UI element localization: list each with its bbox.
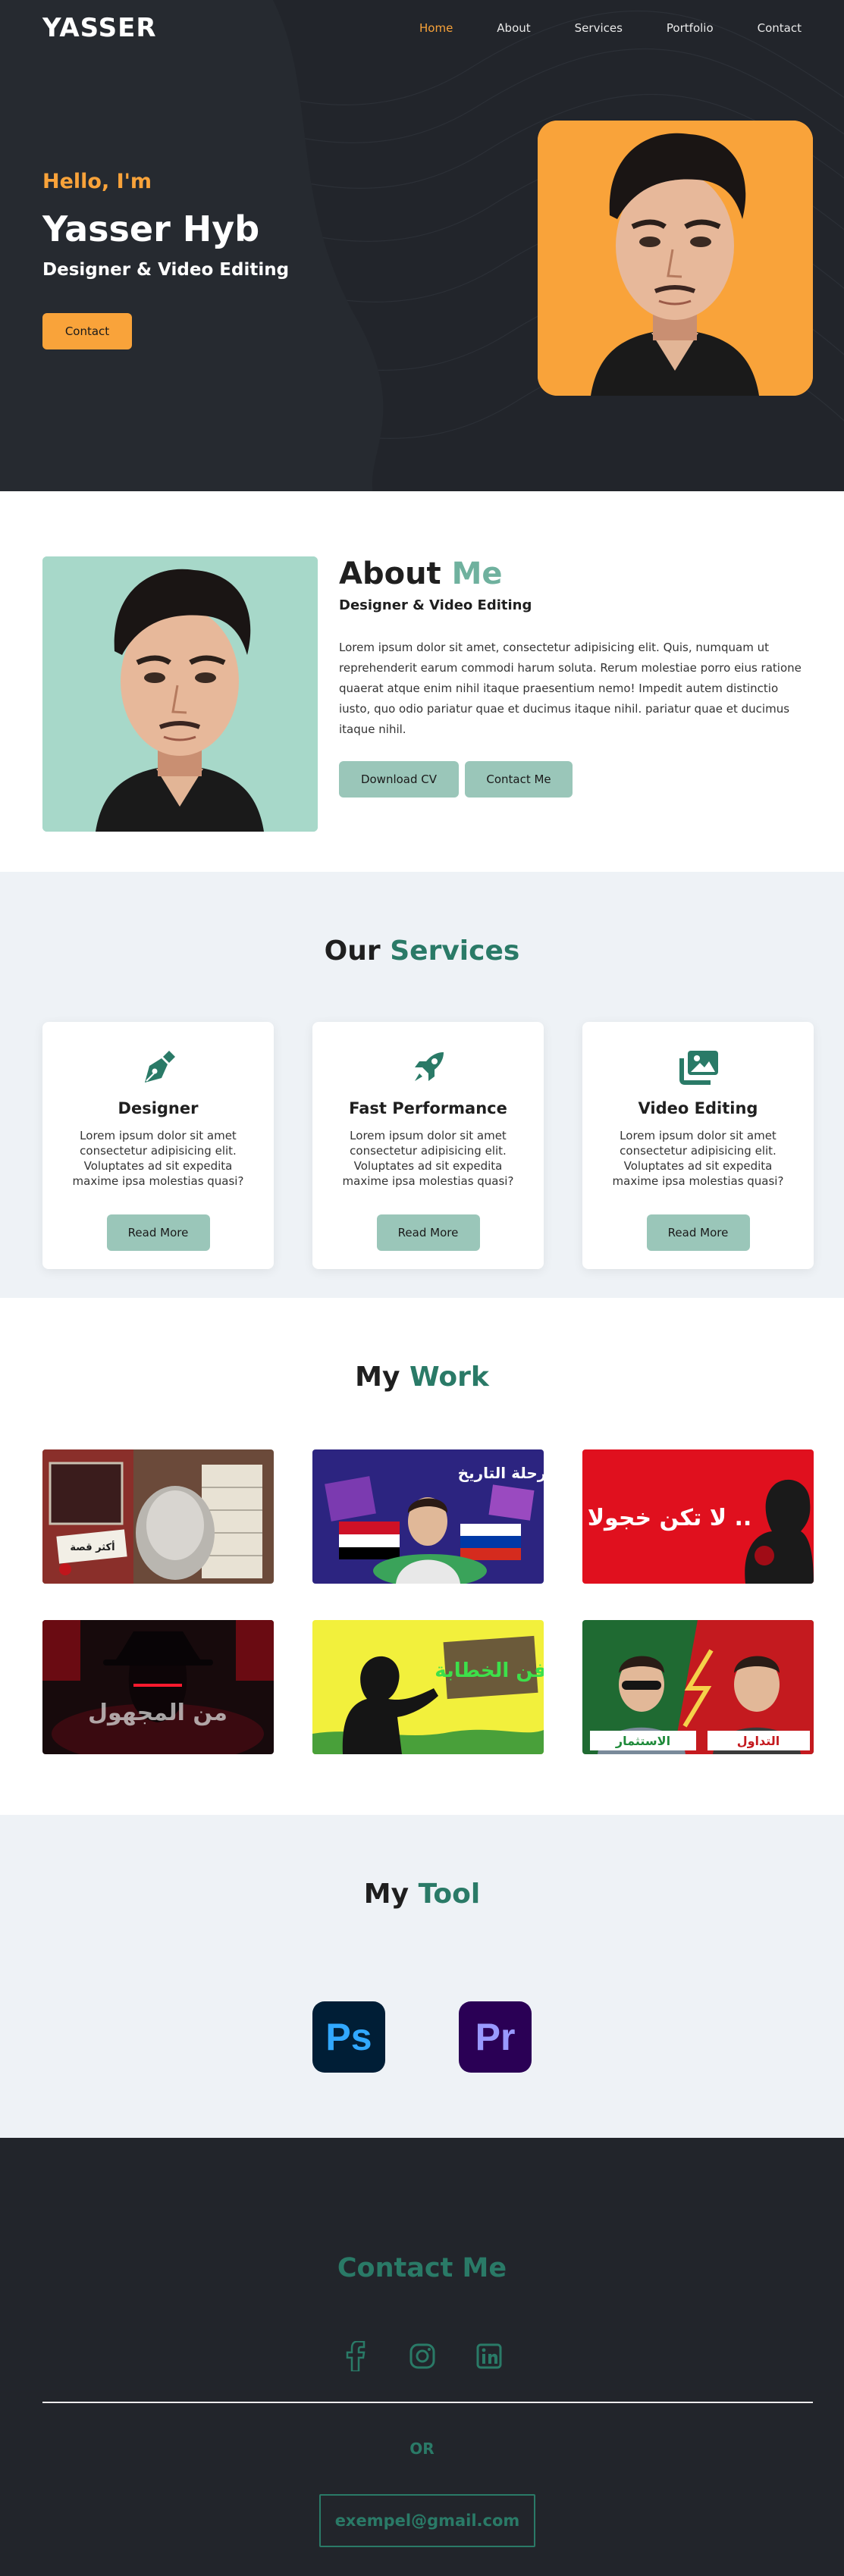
linkedin-icon[interactable] [474,2341,504,2371]
service-card-title: Designer [118,1099,199,1117]
portfolio-item[interactable]: من المجهول [42,1620,274,1754]
nav-menu: Home About Services Portfolio Contact [375,21,802,35]
service-card-text: Lorem ipsum dolor sit amet consectetur a… [72,1129,244,1188]
service-card-title: Fast Performance [349,1099,507,1117]
portfolio-item[interactable]: أكثر قصة [42,1449,274,1584]
about-portrait-image [42,556,318,832]
about-title-main: About [339,556,441,591]
premiere-icon: Pr [459,2001,532,2073]
read-more-button[interactable]: Read More [376,1214,480,1251]
service-card-fast-performance: Fast Performance Lorem ipsum dolor sit a… [312,1022,544,1269]
nav-link-contact[interactable]: Contact [758,21,802,35]
tools-title-main: My [363,1879,409,1910]
portfolio-caption: لا تكن خجولا .. [588,1505,752,1531]
nav-link-home[interactable]: Home [419,21,453,35]
portfolio-caption: رحلة التاريخ [458,1464,544,1482]
email-button[interactable]: exempel@gmail.com [319,2494,535,2547]
contact-me-button[interactable]: Contact Me [465,761,573,798]
portfolio-item[interactable]: رحلة التاريخ [312,1449,544,1584]
or-separator: OR [409,2440,435,2458]
read-more-button[interactable]: Read More [646,1214,750,1251]
service-card-text: Lorem ipsum dolor sit amet consectetur a… [342,1129,514,1188]
hero-name: Yasser Hyb [42,208,260,249]
hero-role: Designer & Video Editing [42,260,290,280]
about-content: About Me Designer & Video Editing Lorem … [339,556,809,798]
hero-portrait-image [538,121,813,396]
contact-title: Contact Me [337,2253,507,2283]
work-section: My Work أكثر قصة رحلة التاريخ لا تكن خجو… [0,1298,844,1815]
rocket-icon [312,1048,544,1087]
portfolio-caption: من المجهول [88,1700,227,1726]
download-cv-button[interactable]: Download CV [339,761,459,798]
service-cards: Designer Lorem ipsum dolor sit amet cons… [42,1022,814,1269]
instagram-icon[interactable] [407,2341,438,2371]
portfolio-caption-left: الاستثمار [615,1734,670,1748]
services-title: Our Services [0,872,844,967]
read-more-button[interactable]: Read More [106,1214,210,1251]
tool-icons: Ps Pr [0,2001,844,2073]
hero-text: Hello, I'm Yasser Hyb Designer & Video E… [42,170,289,349]
work-title-accent: Work [409,1362,489,1393]
portfolio-caption: فن الخطابة [435,1659,544,1682]
services-title-main: Our [324,935,381,967]
portfolio-grid: أكثر قصة رحلة التاريخ لا تكن خجولا .. من… [42,1449,814,1754]
service-card-text: Lorem ipsum dolor sit amet consectetur a… [612,1129,784,1188]
portfolio-caption: أكثر قصة [70,1540,115,1553]
tools-section: My Tool Ps Pr [0,1815,844,2138]
social-links [0,2341,844,2371]
contact-divider [42,2402,813,2403]
work-title: My Work [0,1298,844,1393]
nav-link-portfolio[interactable]: Portfolio [667,21,714,35]
photoshop-icon: Ps [312,2001,385,2073]
about-section: About Me Designer & Video Editing Lorem … [0,491,844,872]
about-title-accent: Me [451,556,503,591]
hero-section: YASSER Home About Services Portfolio Con… [0,0,844,491]
service-card-title: Video Editing [638,1099,758,1117]
portfolio-item[interactable]: فن الخطابة [312,1620,544,1754]
facebook-icon[interactable] [340,2341,371,2371]
services-section: Our Services Designer Lorem ipsum dolor … [0,872,844,1298]
site-logo[interactable]: YASSER [42,13,157,43]
work-title-main: My [355,1362,400,1393]
about-subtitle: Designer & Video Editing [339,597,532,613]
contact-section: Contact Me OR exempel@gmail.com [0,2138,844,2576]
portfolio-item[interactable]: لا تكن خجولا .. [582,1449,814,1584]
about-title: About Me [339,556,809,591]
portfolio-item[interactable]: الاستثمار التداول [582,1620,814,1754]
about-paragraph: Lorem ipsum dolor sit amet, consectetur … [339,641,802,736]
nav-link-services[interactable]: Services [575,21,623,35]
service-card-video-editing: Video Editing Lorem ipsum dolor sit amet… [582,1022,814,1269]
service-card-designer: Designer Lorem ipsum dolor sit amet cons… [42,1022,274,1269]
top-navbar: YASSER Home About Services Portfolio Con… [0,0,844,56]
services-title-accent: Services [390,935,520,967]
hero-contact-button[interactable]: Contact [42,313,132,349]
portfolio-caption-right: التداول [737,1734,780,1748]
images-icon [582,1048,814,1087]
tools-title: My Tool [0,1815,844,1910]
pen-icon [42,1048,274,1087]
tools-title-accent: Tool [418,1879,481,1910]
hero-greeting: Hello, I'm [42,170,152,193]
nav-link-about[interactable]: About [497,21,530,35]
about-buttons: Download CV Contact Me [339,761,809,798]
